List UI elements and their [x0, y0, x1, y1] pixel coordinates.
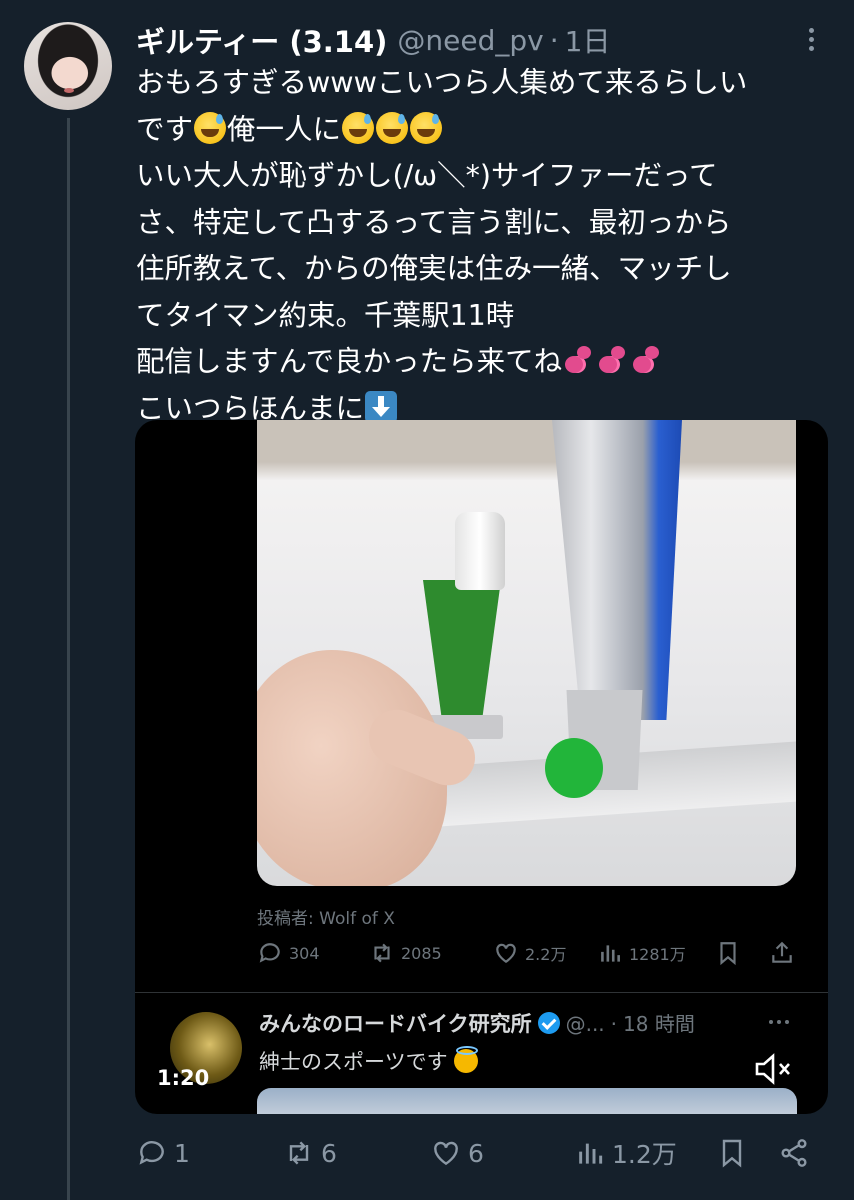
down-arrow-emoji: [365, 390, 398, 423]
verified-badge-icon: [537, 1012, 560, 1034]
view-count: 1.2万: [612, 1140, 677, 1169]
video-player[interactable]: 投稿者: Wolf of X 304 2085 2.2万 1281万 みんなのロ…: [135, 420, 828, 1114]
share-icon: [781, 1139, 807, 1167]
views-icon: [579, 1143, 603, 1164]
tweet-line: おもろすぎるwwwこいつら人集めて来るらしい: [136, 66, 748, 99]
grinning-sweat-emoji: [376, 111, 409, 144]
display-name[interactable]: ギルティー (3.14): [136, 19, 387, 61]
smiling-halo-emoji: [454, 1046, 479, 1073]
tweet-line: 配信しますんで良かったら来てね: [136, 339, 836, 386]
post-time[interactable]: 1日: [565, 20, 611, 60]
quoted-handle: @...: [565, 1012, 605, 1036]
tweet-line: いい大人が恥ずかし(/ω＼*)サイファーだって: [136, 159, 718, 192]
tweet-header: ギルティー (3.14) @need_pv · 1日: [136, 20, 610, 60]
quoted-text: 紳士のスポーツです: [259, 1046, 479, 1076]
more-options-icon[interactable]: [792, 24, 832, 56]
views-icon: [601, 945, 620, 962]
toothpaste-tube: [423, 580, 501, 730]
reply-button[interactable]: 1: [136, 1132, 190, 1174]
two-hearts-emoji: [563, 344, 595, 376]
avatar-detail: [64, 88, 74, 93]
inner-video-frame[interactable]: [257, 420, 796, 886]
more-options-icon: [765, 1012, 795, 1032]
inner-reply: 304: [257, 940, 320, 966]
inner-share: [769, 940, 801, 966]
like-button[interactable]: 6: [430, 1132, 484, 1174]
quoted-account-name: みんなのロードバイク研究所: [259, 1012, 532, 1036]
share-icon: [772, 941, 792, 963]
reply-count: 1: [174, 1138, 190, 1168]
divider: [135, 992, 828, 993]
two-hearts-emoji: [631, 344, 663, 376]
thread-line: [67, 118, 70, 1200]
grinning-sweat-emoji: [342, 111, 375, 144]
repost-count: 6: [321, 1138, 337, 1168]
bookmark-icon: [720, 942, 736, 966]
heart-icon: [434, 1141, 458, 1166]
mute-icon[interactable]: [753, 1052, 795, 1086]
handle[interactable]: @need_pv: [397, 24, 543, 57]
inner-like: 2.2万: [493, 940, 566, 966]
toothpaste-tube: [552, 420, 682, 720]
inner-views: 1281万: [597, 940, 686, 966]
bookmark-button[interactable]: [716, 1132, 754, 1174]
tweet-line: さ、特定して凸するって言う割に、最初っから: [136, 205, 732, 239]
poster-label: 投稿者: Wolf of X: [257, 909, 395, 929]
reply-icon: [259, 943, 280, 963]
separator-dot: ·: [610, 1012, 618, 1036]
video-timestamp: 1:20: [157, 1066, 210, 1090]
grinning-sweat-emoji: [194, 111, 227, 144]
heart-icon: [496, 943, 516, 963]
inner-repost: 2085: [369, 940, 442, 966]
inner-action-bar: 304 2085 2.2万 1281万: [257, 940, 797, 970]
tweet-line: 住所教えて、からの俺実は住み一緒、マッチし: [136, 252, 732, 285]
quoted-time: 18 時間: [623, 1012, 695, 1036]
repost-icon: [289, 1141, 309, 1165]
grinning-sweat-emoji: [410, 111, 443, 144]
next-post-preview: [257, 1088, 797, 1114]
repost-button[interactable]: 6: [283, 1132, 337, 1174]
avatar[interactable]: [24, 22, 112, 110]
tweet-line: てタイマン約束。千葉駅11時: [136, 298, 515, 332]
action-bar: 1 6 6 1.2万: [136, 1132, 836, 1174]
views-button[interactable]: 1.2万: [574, 1132, 677, 1174]
like-count: 6: [468, 1138, 484, 1168]
share-button[interactable]: [778, 1132, 816, 1174]
quoted-account: みんなのロードバイク研究所 @... · 18 時間: [259, 1008, 695, 1038]
separator-dot: ·: [549, 23, 559, 57]
inner-bookmark: [715, 940, 747, 966]
repost-icon: [374, 943, 390, 963]
bookmark-icon: [722, 1139, 742, 1168]
reply-icon: [139, 1141, 164, 1165]
two-hearts-emoji: [597, 344, 629, 376]
tweet-text: おもろすぎるwwwこいつら人集めて来るらしい です 俺一人に いい大人が恥ずかし(…: [136, 60, 836, 432]
tweet-line: です 俺一人に: [136, 107, 836, 154]
